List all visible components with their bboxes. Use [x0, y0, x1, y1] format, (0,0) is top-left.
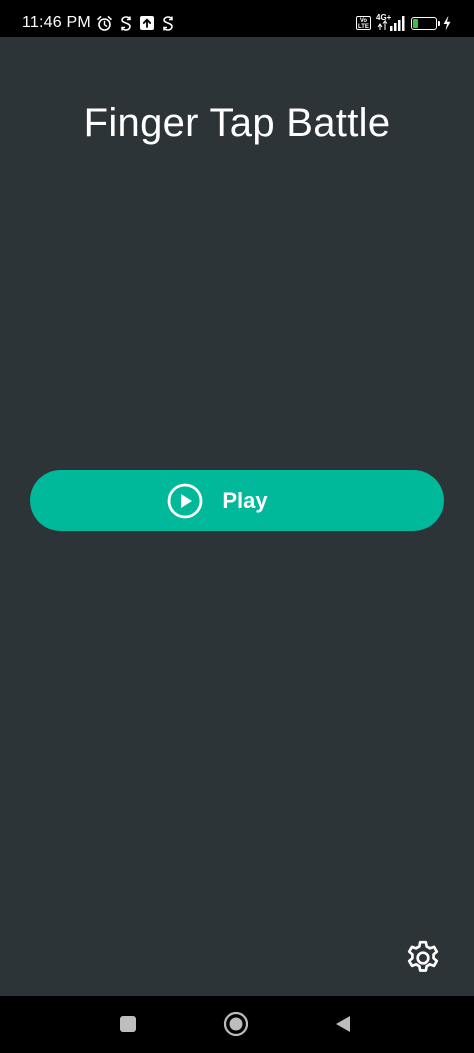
navigation-bar	[0, 996, 474, 1053]
sync-icon	[121, 15, 131, 31]
play-button[interactable]: Play	[30, 470, 444, 531]
signal-icon: 4G+	[376, 14, 406, 32]
volte-icon: Vo LTE	[356, 16, 371, 30]
app-title: Finger Tap Battle	[83, 101, 391, 145]
alarm-icon	[97, 15, 112, 31]
play-button-label: Play	[222, 487, 268, 513]
play-circle-icon	[167, 483, 203, 518]
recents-button[interactable]	[114, 1010, 142, 1038]
battery-cap	[438, 20, 440, 26]
system-status-icons: Vo LTE 4G+ 24	[356, 12, 452, 34]
back-button[interactable]	[329, 1010, 357, 1038]
sync-icon	[163, 15, 173, 31]
app-main-screen: Finger Tap Battle Play	[0, 37, 474, 996]
battery-percentage: 24	[418, 16, 430, 28]
gear-icon[interactable]	[403, 938, 443, 978]
status-time: 11:46 PM	[22, 14, 91, 31]
notification-icons	[96, 13, 175, 33]
upload-icon	[140, 16, 154, 30]
phone-screen: 11:46 PM Vo LTE 4G+ 24 Finger Tap Battle…	[0, 0, 474, 1053]
home-button[interactable]	[222, 1010, 250, 1038]
battery-icon: 24	[411, 16, 440, 30]
recents-square-icon	[120, 1016, 136, 1032]
back-triangle-icon	[336, 1016, 350, 1032]
home-circle-icon	[223, 1011, 249, 1037]
charging-icon	[443, 15, 451, 31]
status-bar: 11:46 PM Vo LTE 4G+ 24	[0, 0, 474, 37]
